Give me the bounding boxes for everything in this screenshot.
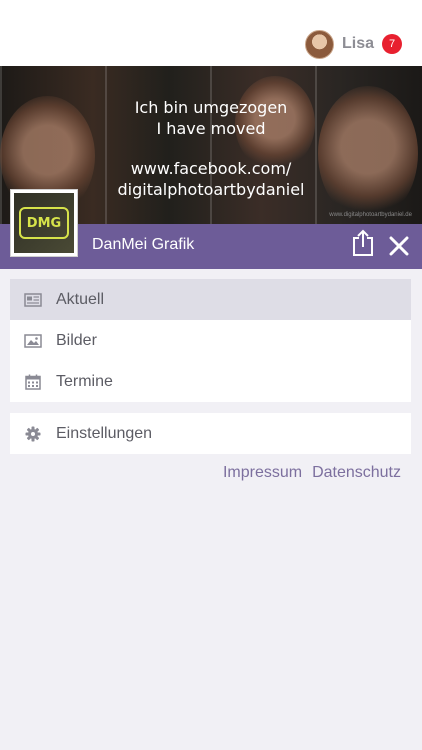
menu-item-label: Termine — [56, 372, 113, 390]
user-name[interactable]: Lisa — [342, 35, 374, 53]
main-menu: Aktuell Bilder Termine — [10, 279, 411, 402]
menu-item-label: Bilder — [56, 331, 97, 349]
menu-item-label: Einstellungen — [56, 424, 153, 442]
settings-menu: Einstellungen — [10, 413, 411, 454]
avatar[interactable] — [304, 29, 334, 59]
menu-item-termine[interactable]: Termine — [10, 361, 411, 402]
brand-logo-inner: DMG — [14, 193, 74, 253]
menu-item-einstellungen[interactable]: Einstellungen — [10, 413, 411, 454]
brand-name: DanMei Grafik — [92, 236, 195, 253]
close-button[interactable] — [388, 235, 410, 257]
close-icon — [389, 236, 409, 256]
share-button[interactable] — [351, 229, 375, 257]
menu-item-aktuell[interactable]: Aktuell — [10, 279, 411, 320]
cover-text-line: www.facebook.com/ — [130, 159, 292, 178]
menu-item-bilder[interactable]: Bilder — [10, 320, 411, 361]
brand-logo: DMG — [10, 189, 78, 257]
calendar-icon — [24, 373, 42, 391]
gear-icon — [24, 425, 42, 443]
impressum-link[interactable]: Impressum — [223, 464, 302, 482]
top-bar: Lisa 7 — [0, 0, 422, 66]
share-icon — [353, 229, 373, 256]
user-profile[interactable]: Lisa 7 — [304, 29, 402, 59]
cover-text-line: Ich bin umgezogen — [134, 98, 288, 117]
menu-item-label: Aktuell — [56, 290, 105, 308]
image-icon — [24, 332, 42, 350]
newspaper-icon — [24, 291, 42, 309]
cover-text-line: I have moved — [156, 119, 266, 138]
cover-photo-panel — [105, 66, 212, 224]
brand-logo-mark: DMG — [19, 207, 69, 239]
datenschutz-link[interactable]: Datenschutz — [312, 464, 401, 482]
cover-watermark: www.digitalphotoartbydaniel.de — [329, 212, 412, 218]
notification-badge[interactable]: 7 — [382, 34, 402, 54]
footer-links: Impressum Datenschutz — [223, 464, 401, 482]
